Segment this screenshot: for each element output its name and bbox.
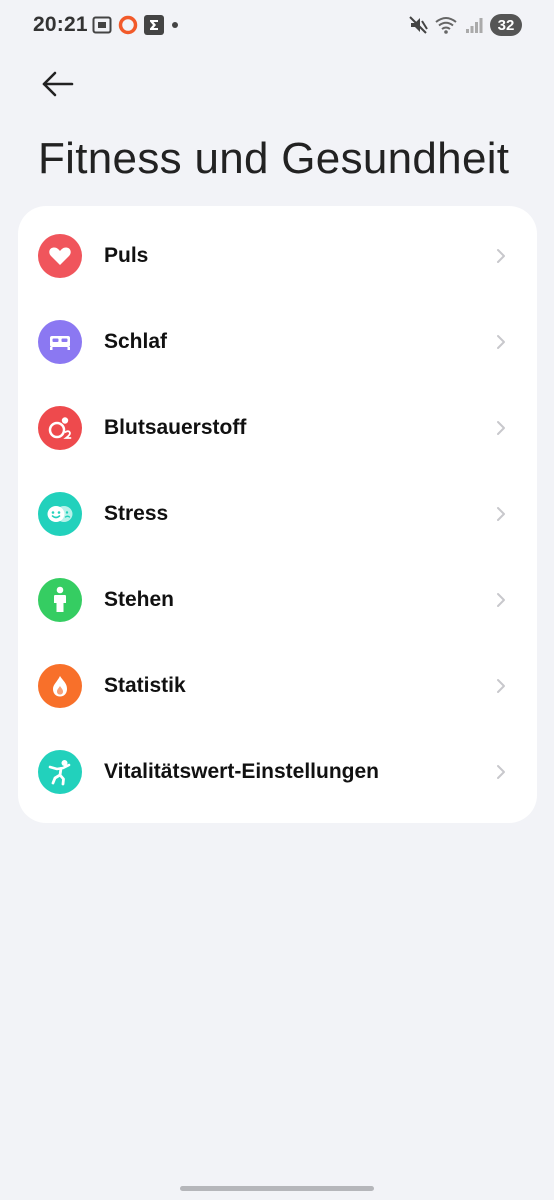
item-label: Stehen [104,588,175,611]
oxygen-icon [38,406,82,450]
list-item-schlaf[interactable]: Schlaf [18,299,537,385]
status-time: 20:21 [33,13,88,36]
sigma-icon [144,15,164,35]
list-item-stress[interactable]: Stress [18,471,537,557]
chevron-right-icon [495,333,507,351]
item-label: Blutsauerstoff [104,416,247,439]
wifi-icon [434,15,458,35]
item-label: Stress [104,502,169,525]
item-label: Statistik [104,674,186,697]
status-bar: 20:21 32 [0,0,554,52]
chevron-right-icon [495,419,507,437]
item-label: Schlaf [104,330,168,353]
page-title: Fitness und Gesundheit [38,134,510,183]
battery-indicator: 32 [490,14,522,36]
standing-person-icon [38,578,82,622]
chevron-right-icon [495,677,507,695]
item-label: Puls [104,244,149,267]
screenshot-icon [92,15,112,35]
bed-icon [38,320,82,364]
record-icon [118,15,138,35]
signal-icon [464,15,484,35]
status-left-icons [92,15,180,35]
running-person-icon [38,750,82,794]
flame-icon [38,664,82,708]
faces-icon [38,492,82,536]
list-item-blutsauerstoff[interactable]: Blutsauerstoff [18,385,537,471]
back-button[interactable] [36,66,80,102]
heart-icon [38,234,82,278]
chevron-right-icon [495,505,507,523]
list-item-stehen[interactable]: Stehen [18,557,537,643]
item-label: Vitalitätswert-Einstellungen [104,760,379,783]
chevron-right-icon [495,763,507,781]
dot-icon [170,15,180,35]
list-item-puls[interactable]: Puls [18,213,537,299]
mute-icon [408,15,428,35]
list-item-vitalitaetswert-einstellungen[interactable]: Vitalitätswert-Einstellungen [18,729,537,815]
chevron-right-icon [495,591,507,609]
settings-list-card: Puls Schlaf Blutsauerstoff Stress Stehen… [18,206,537,823]
list-item-statistik[interactable]: Statistik [18,643,537,729]
chevron-right-icon [495,247,507,265]
status-right-icons: 32 [408,14,522,36]
home-indicator[interactable] [180,1186,374,1191]
arrow-left-icon [42,71,74,97]
